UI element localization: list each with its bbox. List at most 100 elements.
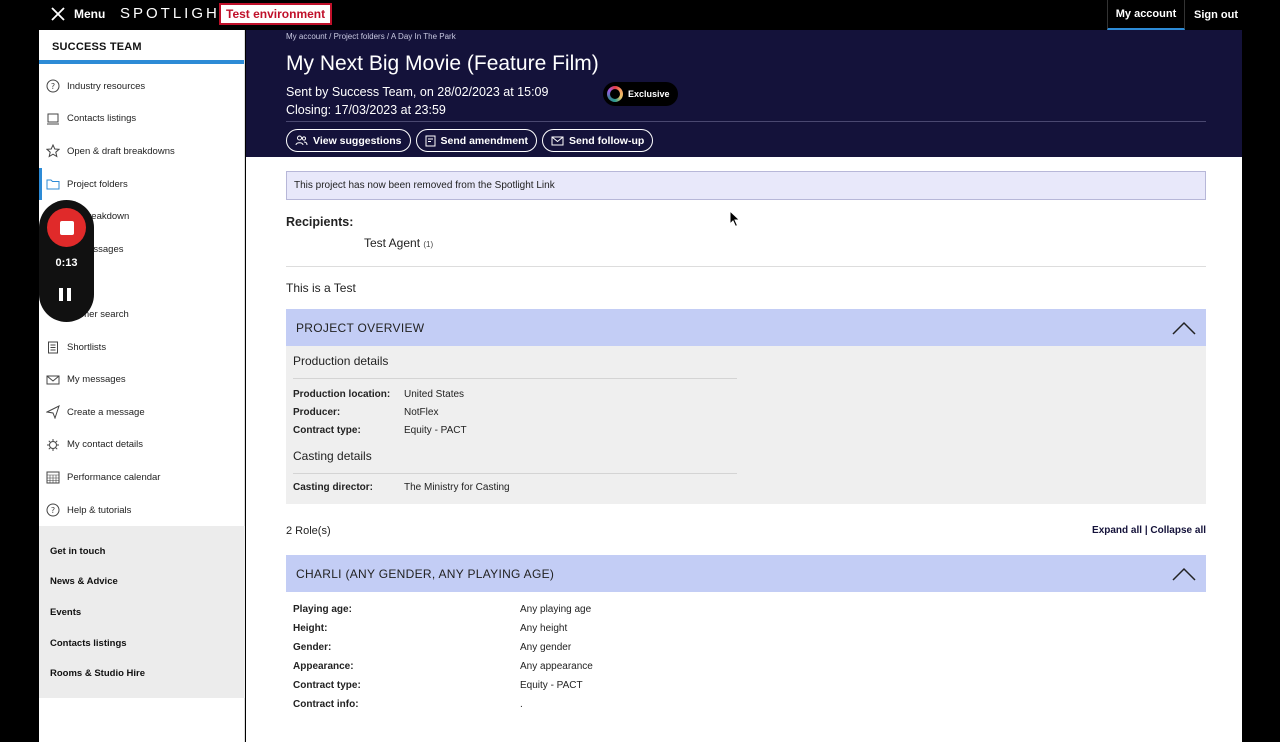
footer-link-contacts-listings[interactable]: Contacts listings [39, 628, 245, 659]
recipient-name: Test Agent [364, 236, 421, 250]
sidebar-item-create-message[interactable]: Create a message [39, 396, 244, 429]
production-details-title: Production details [293, 354, 737, 379]
clipboard-icon [46, 340, 60, 354]
sidebar-item-label: My messages [67, 374, 126, 386]
role-details: Playing age: Any playing age Height: Any h… [286, 592, 1206, 722]
sidebar-item-label: Create a message [67, 406, 145, 418]
role-field-value: . [520, 699, 523, 710]
svg-text:?: ? [51, 82, 55, 91]
svg-text:?: ? [51, 506, 55, 515]
sign-out-link[interactable]: Sign out [1186, 0, 1246, 30]
contract-type-value: Equity - PACT [404, 425, 467, 436]
sidebar-item-label: Help & tutorials [67, 504, 132, 516]
project-overview-body: Production details Production location: … [286, 346, 1206, 504]
role-header[interactable]: CHARLI (ANY GENDER, ANY PLAYING AGE) [286, 555, 1206, 592]
stop-recording-button[interactable] [47, 208, 86, 247]
role-field-value: Any gender [520, 642, 572, 653]
test-environment-badge: Test environment [219, 3, 333, 25]
project-details: This project has now been removed from t… [246, 157, 1242, 722]
sidebar-item-label: My contact details [67, 439, 144, 451]
sidebar-item-contacts-listings[interactable]: Contacts listings [39, 103, 244, 136]
role-field-label: Gender: [293, 642, 332, 653]
menu-button[interactable]: Menu [50, 6, 105, 22]
production-location-value: United States [404, 389, 465, 400]
main-content: My account / Project folders / A Day In … [246, 30, 1242, 742]
expand-all-link[interactable]: Expand all [1092, 525, 1142, 536]
envelope-icon [551, 136, 564, 145]
stop-icon [59, 220, 74, 235]
role-field-value: Any playing age [520, 604, 592, 615]
footer-link-news-advice[interactable]: News & Advice [39, 567, 245, 598]
project-description: This is a Test [286, 281, 356, 295]
divider [286, 121, 1206, 122]
my-account-link[interactable]: My account [1107, 0, 1185, 30]
top-bar: Menu SPOTLIGHT Test environment My accou… [0, 0, 1280, 30]
send-follow-up-label: Send follow-up [569, 134, 645, 147]
view-suggestions-button[interactable]: View suggestions [286, 129, 411, 152]
sidebar-item-open-draft-breakdowns[interactable]: Open & draft breakdowns [39, 135, 244, 168]
separator: | [1144, 525, 1148, 536]
exclusive-label: Exclusive [628, 89, 670, 99]
roles-count: 2 Role(s) [286, 525, 331, 537]
closing-date-text: Closing: 17/03/2023 at 23:59 [286, 103, 446, 117]
recipient-count: (1) [423, 240, 434, 249]
pause-recording-button[interactable] [59, 288, 71, 301]
sidebar-item-my-messages[interactable]: My messages [39, 363, 244, 396]
exclusive-ring-icon [607, 86, 623, 102]
page-title: My Next Big Movie (Feature Film) [286, 52, 599, 75]
view-suggestions-label: View suggestions [313, 134, 402, 147]
collapse-all-link[interactable]: Collapse all [1150, 525, 1206, 536]
recipient-item: Test Agent (1) [364, 236, 1206, 250]
role-field-row: Contract type: Equity - PACT [293, 676, 1199, 695]
spotlight-logo[interactable]: SPOTLIGHT [120, 5, 232, 22]
sidebar-title: SUCCESS TEAM [39, 30, 244, 64]
sidebar-item-contact-details[interactable]: My contact details [39, 429, 244, 462]
role-field-row: Appearance: Any appearance [293, 657, 1199, 676]
sent-by-text: Sent by Success Team, on 28/02/2023 at 1… [286, 85, 549, 99]
role-field-label: Appearance: [293, 661, 354, 672]
breadcrumb[interactable]: My account / Project folders / A Day In … [286, 32, 456, 41]
footer-link-get-in-touch[interactable]: Get in touch [39, 536, 245, 567]
laptop-icon [46, 112, 60, 126]
sidebar-item-shortlists[interactable]: Shortlists [39, 331, 244, 364]
role-title: CHARLI (ANY GENDER, ANY PLAYING AGE) [296, 566, 555, 581]
project-overview-header[interactable]: PROJECT OVERVIEW [286, 309, 1206, 346]
contract-type-label: Contract type: [293, 425, 361, 436]
production-location-label: Production location: [293, 389, 391, 400]
sidebar-item-project-folders[interactable]: Project folders [39, 167, 244, 201]
mouse-cursor-icon [729, 210, 741, 228]
sidebar-item-help-tutorials[interactable]: ? Help & tutorials [39, 494, 244, 527]
document-edit-icon [425, 135, 435, 146]
project-overview-title: PROJECT OVERVIEW [296, 320, 425, 335]
role-field-row: Height: Any height [293, 619, 1199, 638]
project-actions: View suggestions Send amendment Send fol… [286, 129, 654, 152]
calendar-icon [46, 470, 60, 484]
footer-link-rooms-studio-hire[interactable]: Rooms & Studio Hire [39, 658, 245, 689]
send-icon [46, 405, 60, 420]
sidebar: SUCCESS TEAM ? Industry resources Contac… [39, 30, 245, 742]
star-icon [46, 144, 60, 159]
expand-collapse-controls: Expand all | Collapse all [1092, 525, 1206, 537]
send-amendment-button[interactable]: Send amendment [415, 129, 538, 152]
chevron-up-icon[interactable] [1172, 567, 1196, 581]
envelope-icon [46, 373, 60, 387]
gear-icon [46, 438, 60, 452]
recording-timer: 0:13 [55, 257, 78, 269]
sidebar-item-label: Performance calendar [67, 471, 161, 483]
sidebar-item-industry-resources[interactable]: ? Industry resources [39, 70, 244, 103]
chevron-up-icon[interactable] [1172, 321, 1196, 335]
footer-link-events[interactable]: Events [39, 597, 245, 628]
role-field-row: Gender: Any gender [293, 638, 1199, 657]
casting-director-row: Casting director: The Ministry for Casti… [293, 482, 1199, 493]
recipients-label: Recipients: [286, 215, 354, 229]
pause-icon [59, 288, 63, 301]
production-location-row: Production location: United States [293, 387, 1199, 402]
send-follow-up-button[interactable]: Send follow-up [542, 129, 654, 152]
role-field-label: Playing age: [293, 604, 352, 615]
removed-notice: This project has now been removed from t… [286, 171, 1206, 200]
send-amendment-label: Send amendment [440, 134, 529, 147]
role-field-value: Equity - PACT [520, 680, 583, 691]
casting-director-label: Casting director: [293, 482, 374, 493]
sidebar-item-label: Open & draft breakdowns [67, 145, 175, 157]
sidebar-item-performance-calendar[interactable]: Performance calendar [39, 461, 244, 494]
